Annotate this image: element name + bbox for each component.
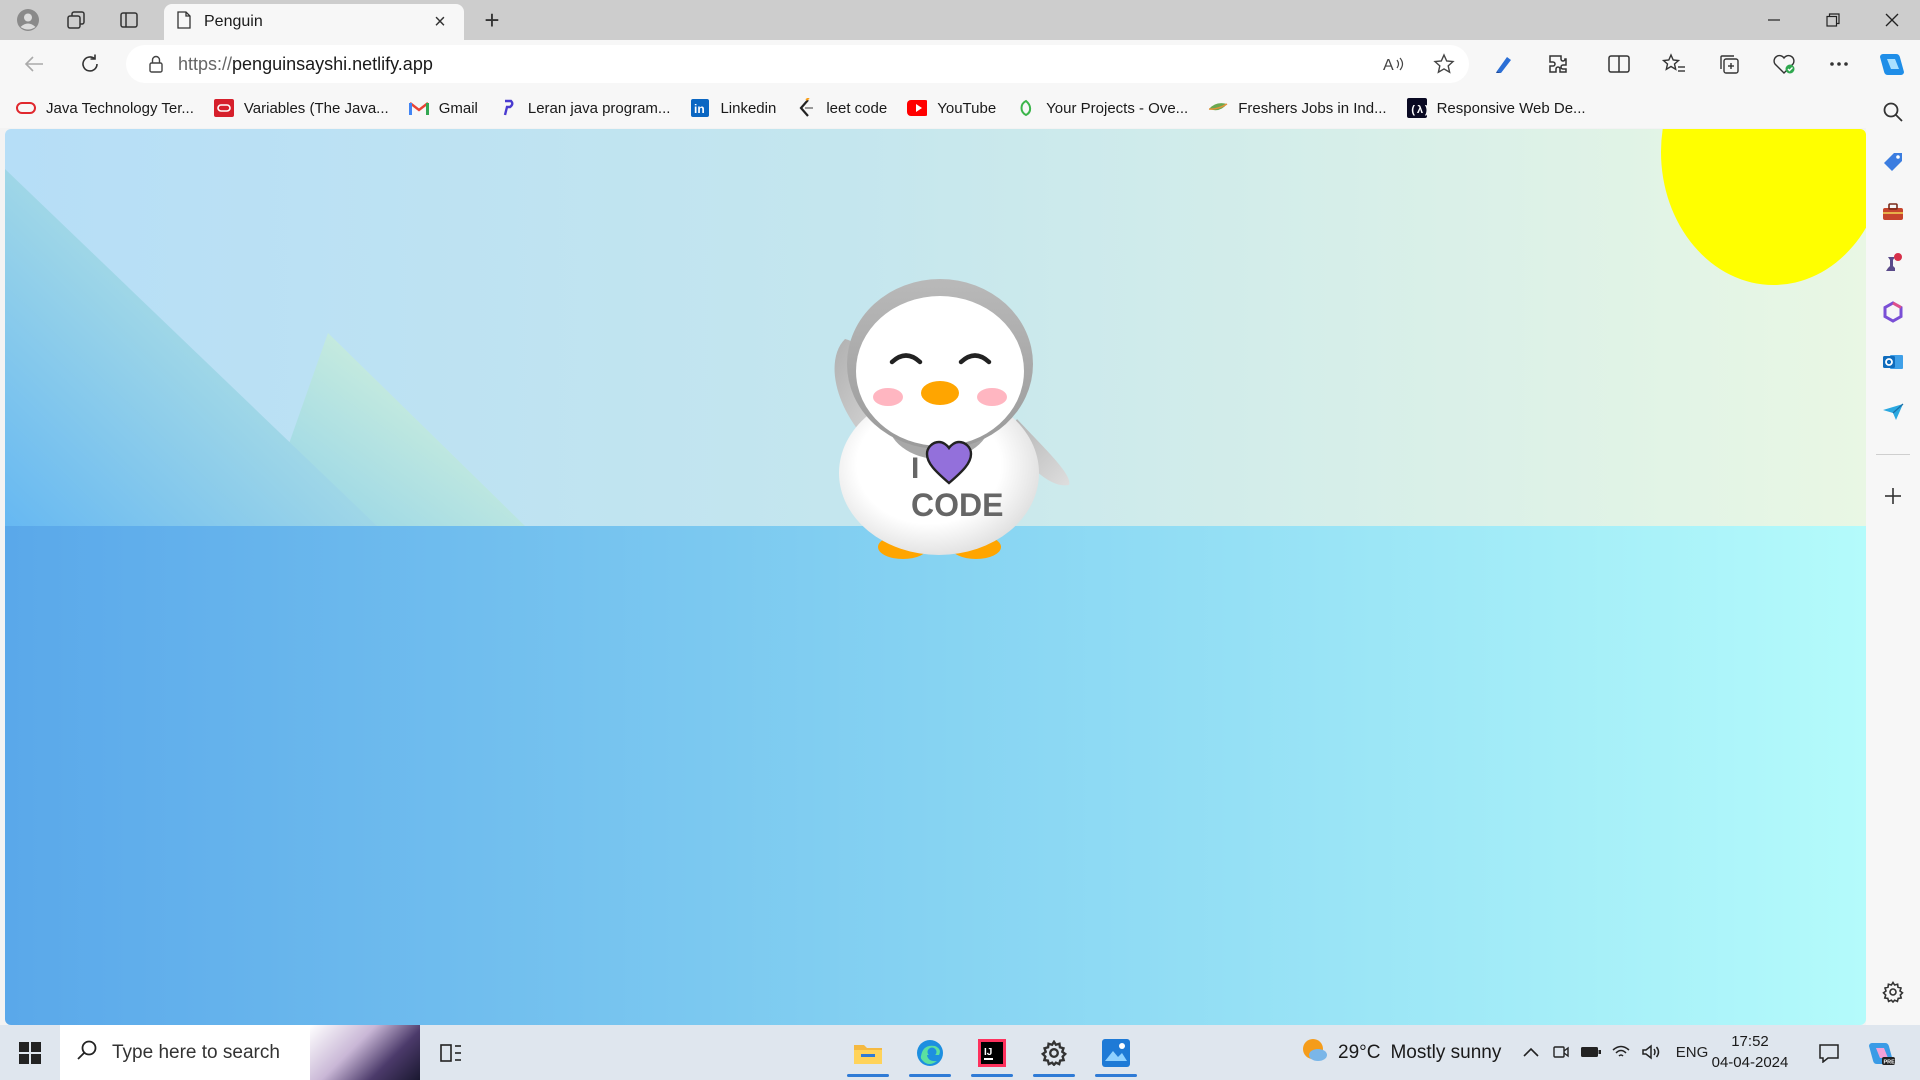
page-icon <box>176 10 192 34</box>
tab-actions-icon[interactable] <box>107 6 151 34</box>
task-view-icon[interactable] <box>424 1029 478 1077</box>
back-icon[interactable] <box>16 48 52 80</box>
language-indicator[interactable]: ENG <box>1676 1039 1709 1065</box>
refresh-icon[interactable] <box>72 48 108 80</box>
linkedin-icon: in <box>690 99 710 117</box>
search-highlight-image <box>310 1025 420 1080</box>
send-icon[interactable] <box>1874 394 1912 430</box>
edge-browser-icon[interactable] <box>903 1029 957 1077</box>
svg-text:PRE: PRE <box>1884 1060 1896 1066</box>
bookmark-java-technology[interactable]: Java Technology Ter... <box>16 99 194 117</box>
svg-text:IJ: IJ <box>984 1047 992 1058</box>
wifi-icon[interactable] <box>1608 1039 1634 1065</box>
address-bar[interactable]: https://penguinsayshi.netlify.app A <box>126 45 1469 83</box>
gmail-icon <box>408 99 429 117</box>
close-window-icon[interactable] <box>1864 0 1920 40</box>
clock-date: 04-04-2024 <box>1711 1054 1789 1071</box>
browser-title-bar: Penguin × + <box>0 0 1920 40</box>
oracle-icon <box>16 99 36 117</box>
extensions-icon[interactable] <box>1538 48 1578 80</box>
favorite-star-icon[interactable] <box>1419 53 1469 75</box>
clock-time: 17:52 <box>1731 1033 1769 1050</box>
copilot-compose-icon[interactable] <box>1484 48 1524 80</box>
copilot-preview-icon[interactable]: PRE <box>1866 1038 1896 1068</box>
edge-sidebar <box>1866 88 1920 1025</box>
javatpoint-icon <box>498 99 518 117</box>
browser-toolbar: https://penguinsayshi.netlify.app A <box>0 40 1920 88</box>
shirt-text-i: I <box>911 452 920 485</box>
notifications-icon[interactable] <box>1816 1040 1842 1066</box>
profile-icon[interactable] <box>6 6 50 34</box>
file-explorer-icon[interactable] <box>841 1029 895 1077</box>
bookmark-learn-java[interactable]: Leran java program... <box>498 99 670 117</box>
tab-title: Penguin <box>204 13 263 30</box>
split-screen-icon[interactable] <box>1599 48 1639 80</box>
search-icon <box>76 1039 98 1066</box>
bookmark-responsive-web-design[interactable]: (λ) Responsive Web De... <box>1406 98 1586 118</box>
page-viewport: I CODE <box>5 129 1866 1025</box>
photos-app-icon[interactable] <box>1089 1029 1143 1077</box>
projects-icon <box>1016 99 1036 117</box>
meet-now-icon[interactable] <box>1548 1039 1574 1065</box>
svg-text:in: in <box>694 102 705 116</box>
windows-start-icon[interactable] <box>0 1025 60 1080</box>
bookmark-gmail[interactable]: Gmail <box>408 99 478 117</box>
tab-penguin[interactable]: Penguin × <box>164 4 464 40</box>
leetcode-icon <box>796 98 816 117</box>
more-options-icon[interactable] <box>1819 48 1859 80</box>
read-aloud-icon[interactable]: A <box>1369 55 1419 73</box>
taskbar-search-box[interactable]: Type here to search <box>60 1025 420 1080</box>
favorites-icon[interactable] <box>1654 48 1694 80</box>
url-text[interactable]: https://penguinsayshi.netlify.app <box>178 54 1369 75</box>
copilot-icon[interactable] <box>1872 48 1912 80</box>
bookmark-youtube[interactable]: YouTube <box>907 99 996 117</box>
sidebar-divider <box>1876 454 1910 455</box>
close-tab-icon[interactable]: × <box>428 10 452 34</box>
weather-widget[interactable]: 29°C Mostly sunny <box>1300 1025 1501 1080</box>
browser-essentials-icon[interactable] <box>1764 48 1804 80</box>
collections-icon[interactable] <box>1709 48 1749 80</box>
penguin-shirt: I CODE <box>785 249 1085 569</box>
jobs-icon <box>1208 99 1228 117</box>
new-tab-button[interactable]: + <box>476 5 508 35</box>
shirt-text-code: CODE <box>911 487 1004 523</box>
svg-text:(λ): (λ) <box>1410 105 1427 117</box>
games-icon[interactable] <box>1874 244 1912 280</box>
intellij-idea-icon[interactable]: IJ <box>965 1029 1019 1077</box>
toolbox-icon[interactable] <box>1874 194 1912 230</box>
mountains <box>5 169 525 526</box>
outlook-icon[interactable] <box>1874 344 1912 380</box>
sea-background <box>5 526 1866 1025</box>
microsoft365-icon[interactable] <box>1874 294 1912 330</box>
bookmark-linkedin[interactable]: in Linkedin <box>690 99 776 117</box>
weather-temperature: 29°C <box>1338 1041 1381 1063</box>
system-clock[interactable]: 17:52 04-04-2024 <box>1710 1031 1790 1073</box>
weather-description: Mostly sunny <box>1390 1041 1502 1063</box>
search-placeholder: Type here to search <box>112 1041 280 1063</box>
freecodecamp-icon: (λ) <box>1406 98 1427 118</box>
lock-icon[interactable] <box>134 55 178 73</box>
minimize-icon[interactable] <box>1746 0 1802 40</box>
youtube-icon <box>907 99 928 117</box>
settings-app-icon[interactable] <box>1027 1029 1081 1077</box>
bookmark-leetcode[interactable]: leet code <box>796 98 887 117</box>
search-icon[interactable] <box>1874 94 1912 130</box>
chevron-up-icon[interactable] <box>1518 1039 1544 1065</box>
battery-icon[interactable] <box>1578 1039 1604 1065</box>
bookmark-variables-java[interactable]: Variables (The Java... <box>213 99 389 117</box>
settings-gear-icon[interactable] <box>1874 974 1912 1010</box>
oracle-box-icon <box>213 99 234 117</box>
workspaces-icon[interactable] <box>54 6 98 34</box>
volume-icon[interactable] <box>1638 1039 1664 1065</box>
bookmark-your-projects[interactable]: Your Projects - Ove... <box>1016 99 1188 117</box>
weather-sunny-icon <box>1300 1036 1328 1070</box>
windows-taskbar: Type here to search IJ 29°C Mostly sunny <box>0 1025 1920 1080</box>
add-icon[interactable] <box>1874 478 1912 514</box>
svg-text:A: A <box>1383 57 1394 73</box>
restore-icon[interactable] <box>1805 0 1861 40</box>
shopping-tag-icon[interactable] <box>1874 144 1912 180</box>
bookmark-freshers-jobs[interactable]: Freshers Jobs in Ind... <box>1208 99 1387 117</box>
bookmarks-bar: Java Technology Ter... Variables (The Ja… <box>0 88 1920 128</box>
